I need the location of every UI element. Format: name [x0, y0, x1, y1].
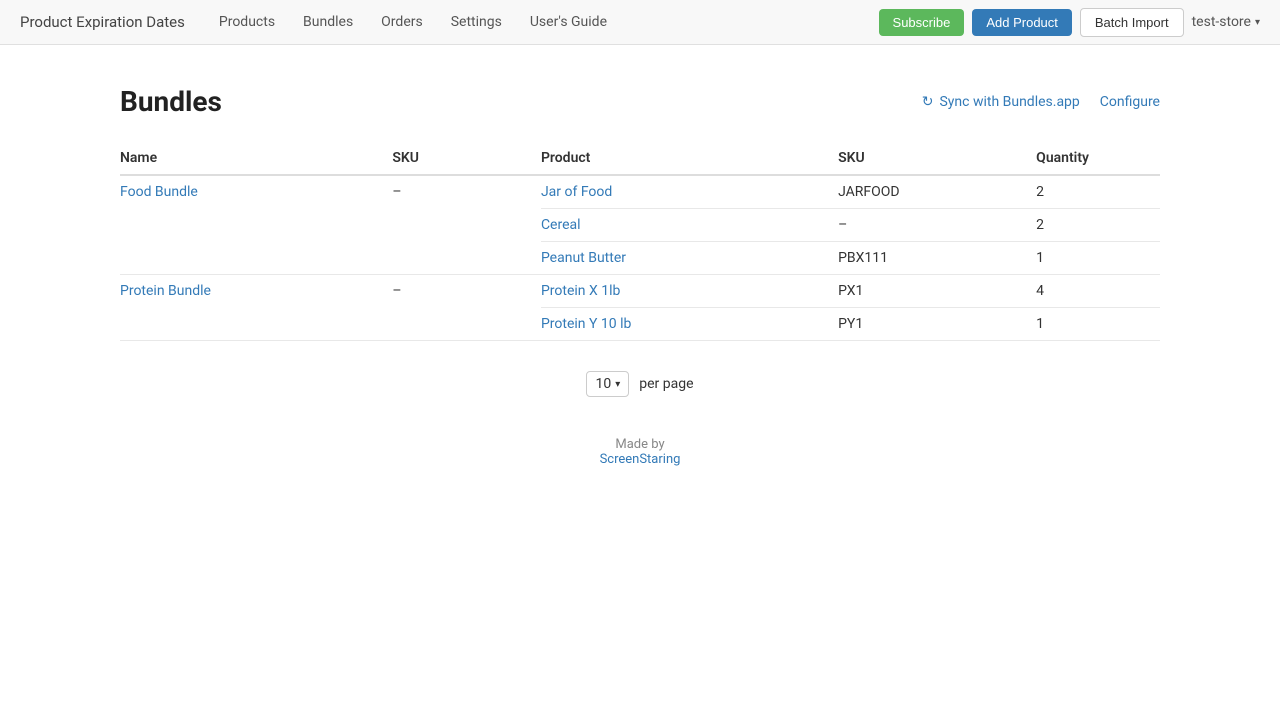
product-sku-cell: PBX111 [838, 242, 1036, 275]
store-name: test-store [1192, 14, 1251, 30]
product-name-cell: Cereal [541, 209, 838, 242]
quantity-cell: 2 [1036, 209, 1160, 242]
main-content: Bundles ↻ Sync with Bundles.app Configur… [40, 45, 1240, 507]
batch-import-button[interactable]: Batch Import [1080, 8, 1184, 37]
table-row: Food Bundle–Jar of FoodJARFOOD2 [120, 175, 1160, 209]
bundle-name-cell: Protein Bundle [120, 275, 392, 341]
quantity-cell: 1 [1036, 242, 1160, 275]
product-name-link[interactable]: Protein Y 10 lb [541, 316, 631, 332]
per-page-select[interactable]: 10 ▾ [586, 371, 629, 397]
product-sku-cell: PX1 [838, 275, 1036, 308]
configure-button[interactable]: Configure [1100, 94, 1160, 110]
chevron-down-icon: ▾ [1255, 17, 1260, 28]
col-header-product-sku: SKU [838, 142, 1036, 175]
product-name-link[interactable]: Cereal [541, 217, 581, 233]
col-header-sku: SKU [392, 142, 541, 175]
pagination-area: 10 ▾ per page [120, 371, 1160, 397]
product-name-cell: Jar of Food [541, 175, 838, 209]
bundle-name-link[interactable]: Protein Bundle [120, 283, 211, 299]
footer: Made by ScreenStaring [120, 437, 1160, 467]
bundle-sku-cell: – [392, 175, 541, 275]
nav-bundles[interactable]: Bundles [299, 14, 357, 30]
app-header: Product Expiration Dates Products Bundle… [0, 0, 1280, 45]
add-product-button[interactable]: Add Product [972, 9, 1072, 36]
col-header-quantity: Quantity [1036, 142, 1160, 175]
per-page-label: per page [639, 376, 693, 392]
product-name-link[interactable]: Jar of Food [541, 184, 612, 200]
nav-orders[interactable]: Orders [377, 14, 427, 30]
product-name-cell: Protein X 1lb [541, 275, 838, 308]
product-sku-cell: – [838, 209, 1036, 242]
sync-icon: ↻ [922, 94, 934, 110]
table-row: Protein Bundle–Protein X 1lbPX14 [120, 275, 1160, 308]
nav-users-guide[interactable]: User's Guide [526, 14, 611, 30]
bundle-name-cell: Food Bundle [120, 175, 392, 275]
page-actions: ↻ Sync with Bundles.app Configure [922, 94, 1160, 110]
product-name-link[interactable]: Protein X 1lb [541, 283, 620, 299]
store-selector[interactable]: test-store ▾ [1192, 14, 1260, 30]
per-page-value: 10 [595, 376, 611, 392]
main-nav: Products Bundles Orders Settings User's … [215, 14, 879, 30]
bundle-sku-cell: – [392, 275, 541, 341]
page-title: Bundles [120, 85, 222, 118]
product-name-cell: Protein Y 10 lb [541, 308, 838, 341]
product-name-cell: Peanut Butter [541, 242, 838, 275]
subscribe-button[interactable]: Subscribe [879, 9, 965, 36]
table-header: Name SKU Product SKU Quantity [120, 142, 1160, 175]
quantity-cell: 2 [1036, 175, 1160, 209]
made-by-label: Made by [615, 437, 664, 452]
bundles-table: Name SKU Product SKU Quantity Food Bundl… [120, 142, 1160, 341]
per-page-dropdown-icon: ▾ [615, 379, 620, 390]
col-header-name: Name [120, 142, 392, 175]
company-link[interactable]: ScreenStaring [600, 452, 681, 467]
product-name-link[interactable]: Peanut Butter [541, 250, 626, 266]
nav-products[interactable]: Products [215, 14, 279, 30]
product-sku-cell: PY1 [838, 308, 1036, 341]
nav-settings[interactable]: Settings [447, 14, 506, 30]
table-body: Food Bundle–Jar of FoodJARFOOD2Cereal–2P… [120, 175, 1160, 341]
quantity-cell: 1 [1036, 308, 1160, 341]
sync-bundles-button[interactable]: ↻ Sync with Bundles.app [922, 94, 1080, 110]
header-actions: Subscribe Add Product Batch Import test-… [879, 8, 1260, 37]
app-title: Product Expiration Dates [20, 13, 185, 31]
col-header-product: Product [541, 142, 838, 175]
bundle-name-link[interactable]: Food Bundle [120, 184, 198, 200]
page-header: Bundles ↻ Sync with Bundles.app Configur… [120, 85, 1160, 118]
quantity-cell: 4 [1036, 275, 1160, 308]
sync-label: Sync with Bundles.app [939, 94, 1079, 110]
made-by-text: Made by [120, 437, 1160, 452]
product-sku-cell: JARFOOD [838, 175, 1036, 209]
